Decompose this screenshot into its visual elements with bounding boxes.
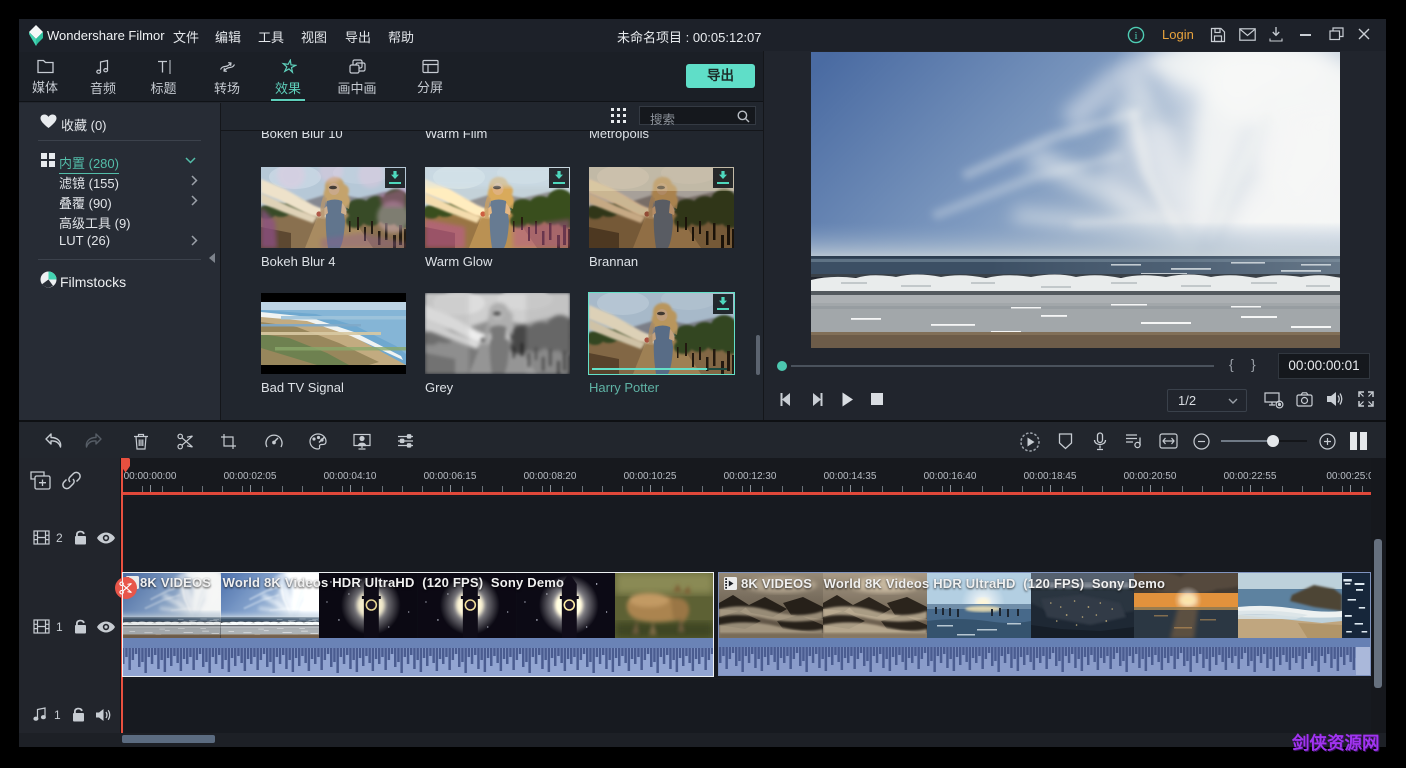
svg-text:i: i [1134, 30, 1137, 42]
